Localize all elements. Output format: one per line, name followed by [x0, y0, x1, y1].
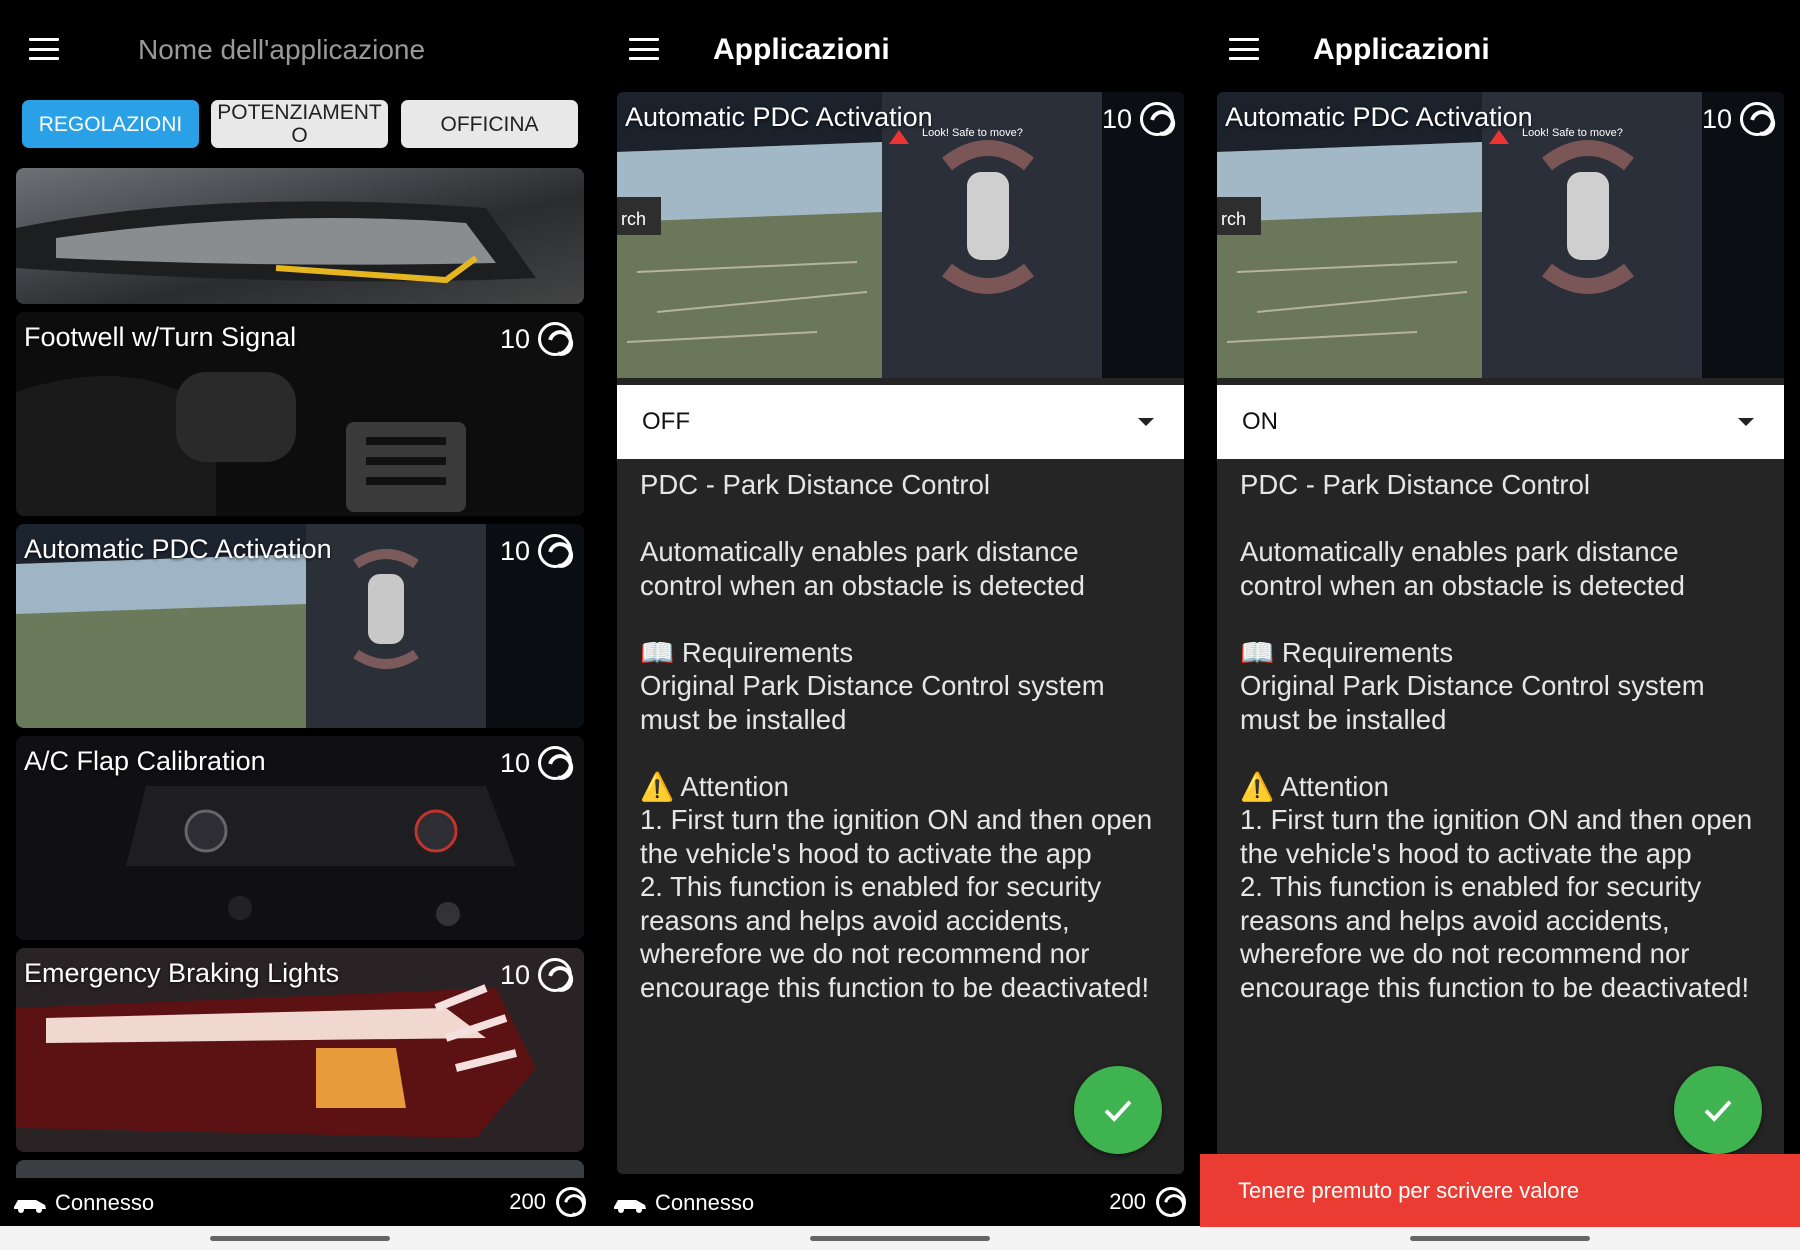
- home-indicator[interactable]: [210, 1236, 390, 1241]
- page-title: Applicazioni: [713, 33, 890, 66]
- dropdown-value: ON: [1242, 408, 1278, 435]
- coin-icon: [1156, 1187, 1186, 1217]
- dropdown-caret-icon: [1738, 418, 1754, 426]
- card-title: Footwell w/Turn Signal: [24, 322, 297, 352]
- connection-status: Connesso: [655, 1190, 755, 1215]
- app-description: PDC - Park Distance Control Automaticall…: [640, 468, 1170, 1004]
- app-cost: 10: [1102, 102, 1174, 136]
- app-list-screen: Nome dell'applicazione REGOLAZIONI POTEN…: [0, 0, 600, 1250]
- app-image: rch Look! Safe to move?: [617, 92, 1184, 378]
- coin-icon: [538, 534, 572, 568]
- coin-icon: [556, 1187, 586, 1217]
- attention-text: 1. First turn the ignition ON and then o…: [1240, 804, 1753, 1003]
- menu-icon[interactable]: [629, 38, 659, 60]
- cost-value: 10: [499, 323, 530, 354]
- car-icon: [14, 1200, 46, 1213]
- cost-value: 10: [1101, 103, 1132, 134]
- card-title: Automatic PDC Activation: [24, 534, 332, 564]
- value-dropdown[interactable]: ON: [1217, 385, 1784, 459]
- menu-icon[interactable]: [29, 38, 59, 60]
- app-card-pdc[interactable]: Automatic PDC Activation 10: [16, 524, 584, 728]
- attention-label: ⚠️ Attention: [640, 770, 789, 802]
- card-image: [16, 1160, 584, 1178]
- app-name: Automatic PDC Activation: [1225, 102, 1533, 132]
- app-card-footwell[interactable]: Footwell w/Turn Signal 10: [16, 312, 584, 516]
- requirements-label: 📖 Requirements: [640, 636, 854, 668]
- tab-regolazioni[interactable]: REGOLAZIONI: [22, 100, 199, 148]
- pdc-warning: Look! Safe to move?: [1522, 127, 1623, 139]
- cost-value: 10: [1701, 103, 1732, 134]
- check-icon: [1704, 1100, 1732, 1122]
- description-heading: PDC - Park Distance Control: [640, 469, 990, 500]
- description-heading: PDC - Park Distance Control: [1240, 469, 1590, 500]
- connection-status: Connesso: [55, 1190, 155, 1215]
- dropdown-value: OFF: [642, 408, 690, 435]
- tab-officina[interactable]: OFFICINA: [401, 100, 578, 148]
- attention-label: ⚠️ Attention: [1240, 770, 1389, 802]
- coin-icon: [538, 746, 572, 780]
- credits-display: 200: [509, 1187, 586, 1217]
- requirements-text: Original Park Distance Control system mu…: [640, 670, 1105, 735]
- app-detail-screen-on: Applicazioni rch Look! Safe to move? Aut…: [1200, 0, 1800, 1250]
- requirements-text: Original Park Distance Control system mu…: [1240, 670, 1705, 735]
- app-card-ac-flap[interactable]: A/C Flap Calibration 10: [16, 736, 584, 940]
- snackbar-message: Tenere premuto per scrivere valore: [1200, 1154, 1800, 1227]
- coin-icon: [538, 958, 572, 992]
- requirements-label: 📖 Requirements: [1240, 636, 1454, 668]
- page-title: Nome dell'applicazione: [138, 34, 426, 65]
- cost-value: 10: [499, 535, 530, 566]
- home-indicator[interactable]: [1410, 1236, 1590, 1241]
- card-cost: 10: [500, 534, 572, 568]
- page-title: Applicazioni: [1313, 33, 1490, 66]
- status-footer: Connesso 200: [0, 1180, 600, 1226]
- card-title: A/C Flap Calibration: [24, 746, 266, 776]
- coin-icon: [1740, 102, 1774, 136]
- tab-potenziamento[interactable]: POTENZIAMENTO: [211, 100, 388, 148]
- confirm-button[interactable]: [1674, 1066, 1762, 1154]
- confirm-button[interactable]: [1074, 1066, 1162, 1154]
- card-image: [16, 168, 584, 304]
- app-card-emergency-braking[interactable]: Emergency Braking Lights 10: [16, 948, 584, 1152]
- card-cost: 10: [500, 958, 572, 992]
- dropdown-caret-icon: [1138, 418, 1154, 426]
- app-detail-screen-off: Applicazioni rch Look! Safe to move? Aut…: [600, 0, 1200, 1250]
- credits-value: 200: [1109, 1189, 1146, 1214]
- pdc-warning: Look! Safe to move?: [922, 127, 1023, 139]
- app-card-partial[interactable]: [16, 1160, 584, 1178]
- app-detail-card: rch Look! Safe to move? Automatic PDC Ac…: [1217, 92, 1784, 1174]
- screen-label: rch: [621, 209, 646, 229]
- app-detail-card: rch Look! Safe to move? Automatic PDC Ac…: [617, 92, 1184, 1174]
- app-image: rch Look! Safe to move?: [1217, 92, 1784, 378]
- credits-value: 200: [509, 1189, 546, 1214]
- app-card-headlight[interactable]: [16, 168, 584, 304]
- coin-icon: [538, 322, 572, 356]
- app-description: PDC - Park Distance Control Automaticall…: [1240, 468, 1770, 1004]
- car-icon: [614, 1200, 646, 1213]
- cost-value: 10: [499, 747, 530, 778]
- credits-display: 200: [1109, 1187, 1186, 1217]
- description-summary: Automatically enables park distance cont…: [640, 536, 1085, 601]
- menu-icon[interactable]: [1229, 38, 1259, 60]
- check-icon: [1104, 1100, 1132, 1122]
- value-dropdown[interactable]: OFF: [617, 385, 1184, 459]
- screen-label: rch: [1221, 209, 1246, 229]
- app-name: Automatic PDC Activation: [625, 102, 933, 132]
- card-title: Emergency Braking Lights: [24, 958, 340, 988]
- home-indicator[interactable]: [810, 1236, 990, 1241]
- card-cost: 10: [500, 322, 572, 356]
- cost-value: 10: [499, 959, 530, 990]
- attention-text: 1. First turn the ignition ON and then o…: [640, 804, 1153, 1003]
- description-summary: Automatically enables park distance cont…: [1240, 536, 1685, 601]
- coin-icon: [1140, 102, 1174, 136]
- status-footer: Connesso 200: [600, 1180, 1200, 1226]
- app-cost: 10: [1702, 102, 1774, 136]
- card-cost: 10: [500, 746, 572, 780]
